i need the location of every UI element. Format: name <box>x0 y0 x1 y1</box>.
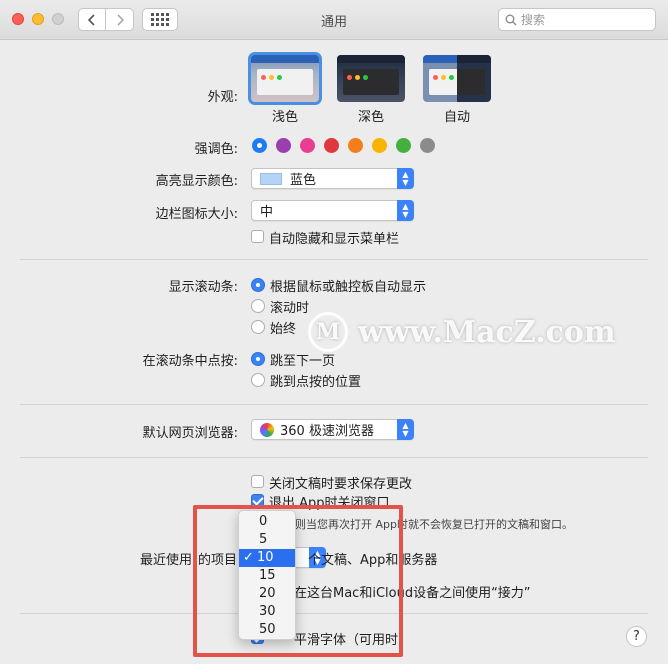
updown-arrow-icon: ▲ ▼ <box>397 419 414 440</box>
watermark: M www.MacZ.com <box>308 312 616 352</box>
recent-items-label: 最近使用 <box>140 553 193 568</box>
auto-hide-menubar-label: 自动隐藏和显示菜单栏 <box>269 232 400 247</box>
watermark-text: www.MacZ.com <box>358 314 616 350</box>
divider <box>20 259 648 260</box>
updown-arrow-icon: ▲ ▼ <box>397 168 414 189</box>
search-field[interactable] <box>498 8 656 31</box>
search-icon <box>505 14 517 25</box>
appearance-dark-thumb[interactable] <box>337 55 405 102</box>
jump-to-spot-label: 跳到点按的位置 <box>270 375 362 390</box>
accent-label: 强调色: <box>194 142 238 157</box>
auto-hide-menubar-checkbox[interactable] <box>251 230 264 243</box>
accent-blue-swatch[interactable] <box>252 138 267 153</box>
scroll-always-label: 始终 <box>270 322 297 337</box>
ask-save-label: 关闭文稿时要求保存更改 <box>269 477 413 492</box>
highlight-label: 高亮显示颜色: <box>155 174 238 189</box>
jump-next-page-radio[interactable] <box>251 352 265 366</box>
appearance-label: 外观: <box>207 90 238 105</box>
search-input[interactable] <box>521 12 641 27</box>
default-browser-label: 默认网页浏览器: <box>142 426 238 441</box>
appearance-auto-label: 自动 <box>443 110 470 125</box>
highlight-value: 蓝色 <box>290 173 317 188</box>
appearance-light-label: 浅色 <box>271 110 298 125</box>
browser-icon <box>260 422 274 437</box>
scroll-auto-label: 根据鼠标或触控板自动显示 <box>270 280 427 295</box>
scroll-bars-label: 显示滚动条: <box>168 280 238 295</box>
help-button[interactable]: ? <box>626 626 647 647</box>
divider <box>20 404 648 405</box>
appearance-light-thumb[interactable] <box>248 52 322 105</box>
scroll-when-scrolling-radio[interactable] <box>251 299 265 313</box>
appearance-dark-label: 深色 <box>357 110 384 125</box>
titlebar: 通用 <box>0 0 668 40</box>
scroll-when-scrolling-label: 滚动时 <box>270 301 310 316</box>
jump-next-page-label: 跳至下一页 <box>270 354 336 369</box>
scroll-auto-radio[interactable] <box>251 278 265 292</box>
jump-to-spot-radio[interactable] <box>251 373 265 387</box>
accent-green-swatch[interactable] <box>396 138 411 153</box>
sidebar-icon-size-label: 边栏图标大小: <box>155 207 238 222</box>
sidebar-icon-size-value: 中 <box>260 205 274 220</box>
accent-pink-swatch[interactable] <box>300 138 315 153</box>
accent-red-swatch[interactable] <box>324 138 339 153</box>
accent-graphite-swatch[interactable] <box>420 138 435 153</box>
accent-yellow-swatch[interactable] <box>372 138 387 153</box>
scroll-always-radio[interactable] <box>251 320 265 334</box>
sidebar-icon-size-popup[interactable]: 中 ▲ ▼ <box>251 200 414 221</box>
highlight-color-popup[interactable]: 蓝色 ▲ ▼ <box>251 168 414 189</box>
appearance-auto-thumb[interactable] <box>423 55 491 102</box>
accent-purple-swatch[interactable] <box>276 138 291 153</box>
click-scroll-label: 在滚动条中点按: <box>142 354 238 369</box>
divider <box>20 457 648 458</box>
default-browser-popup[interactable]: 360 极速浏览器 ▲ ▼ <box>251 419 414 440</box>
accent-orange-swatch[interactable] <box>348 138 363 153</box>
annotation-highlight-box <box>193 505 403 657</box>
macz-logo-icon: M <box>308 312 348 352</box>
updown-arrow-icon: ▲ ▼ <box>397 200 414 221</box>
default-browser-value: 360 极速浏览器 <box>280 424 374 439</box>
highlight-swatch <box>260 172 282 185</box>
ask-save-checkbox[interactable] <box>251 475 264 488</box>
system-preferences-window: 通用 外观: 浅色 深色 自动 强调色: 高亮显示颜色: 蓝色 ▲▼ 边栏图标大… <box>0 0 668 664</box>
